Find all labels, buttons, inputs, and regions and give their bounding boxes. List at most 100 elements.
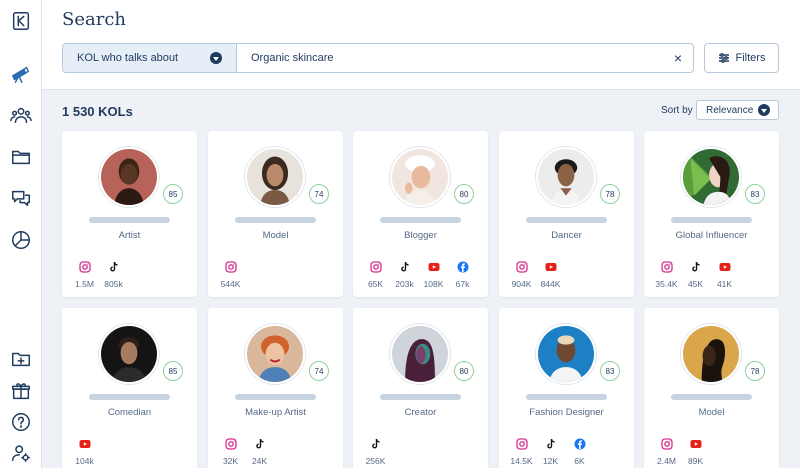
follower-count: 45K: [687, 279, 704, 289]
social-stats: 2.4M 89K: [654, 438, 708, 466]
user-settings-icon[interactable]: [9, 441, 33, 465]
social-stat: 45K: [683, 261, 708, 289]
folder-add-icon[interactable]: [9, 347, 33, 371]
chevron-down-icon: [210, 52, 222, 64]
score-badge: 78: [600, 184, 620, 204]
follower-count: 65K: [367, 279, 384, 289]
social-stat: 2.4M: [654, 438, 679, 466]
youtube-icon[interactable]: [428, 261, 440, 273]
youtube-icon[interactable]: [545, 261, 557, 273]
page-title: Search: [62, 9, 126, 30]
follower-count: 108K: [423, 279, 444, 289]
youtube-icon[interactable]: [719, 261, 731, 273]
gift-icon[interactable]: [9, 379, 33, 403]
kol-card[interactable]: 85 Comedian 104k: [62, 308, 197, 468]
name-placeholder: [235, 394, 316, 400]
tiktok-icon[interactable]: [108, 261, 120, 273]
social-stat: 844K: [538, 261, 563, 289]
close-icon[interactable]: ×: [663, 44, 693, 72]
avatar: [536, 147, 596, 207]
social-stat: 1.5M: [72, 261, 97, 289]
search-input[interactable]: [237, 44, 663, 72]
score-badge: 85: [163, 361, 183, 381]
score-badge: 74: [309, 361, 329, 381]
tiktok-icon[interactable]: [399, 261, 411, 273]
follower-count: 2.4M: [657, 456, 676, 466]
filters-button[interactable]: Filters: [704, 43, 779, 73]
instagram-icon[interactable]: [515, 261, 528, 273]
search-bar: KOL who talks about ×: [62, 43, 694, 73]
social-stat: 41K: [712, 261, 737, 289]
social-stats: 544K: [218, 261, 243, 289]
youtube-icon[interactable]: [690, 438, 702, 450]
avatar: [245, 147, 305, 207]
social-stat: 805k: [101, 261, 126, 289]
instagram-icon[interactable]: [660, 438, 673, 450]
social-stat: 904K: [509, 261, 534, 289]
kol-card[interactable]: 83 Fashion Designer 14.5K 12K 6K: [499, 308, 634, 468]
score-badge: 74: [309, 184, 329, 204]
follower-count: 104k: [75, 456, 94, 466]
kol-card[interactable]: 74 Make-up Artist 32K 24K: [208, 308, 343, 468]
follower-count: 12K: [542, 456, 559, 466]
instagram-icon[interactable]: [660, 261, 673, 273]
follower-count: 67k: [455, 279, 470, 289]
instagram-icon[interactable]: [78, 261, 91, 273]
instagram-icon[interactable]: [224, 438, 237, 450]
score-badge: 85: [163, 184, 183, 204]
tiktok-icon[interactable]: [254, 438, 266, 450]
follower-count: 1.5M: [75, 279, 94, 289]
folder-icon[interactable]: [9, 145, 33, 169]
facebook-icon[interactable]: [457, 261, 469, 273]
youtube-icon[interactable]: [79, 438, 91, 450]
tiktok-icon[interactable]: [690, 261, 702, 273]
pie-chart-icon[interactable]: [9, 228, 33, 252]
avatar: [681, 147, 741, 207]
sort-value: Relevance: [706, 104, 754, 116]
chevron-down-icon: [758, 104, 770, 116]
social-stat: 24K: [247, 438, 272, 466]
sidebar: [0, 0, 42, 468]
telescope-icon[interactable]: [9, 62, 33, 86]
search-type-select[interactable]: KOL who talks about: [63, 44, 237, 72]
avatar: [99, 147, 159, 207]
instagram-icon[interactable]: [224, 261, 237, 273]
kol-card[interactable]: 80 Blogger 65K 203k 108K 67k: [353, 131, 488, 297]
social-stat: 14.5K: [509, 438, 534, 466]
instagram-icon[interactable]: [515, 438, 528, 450]
users-icon[interactable]: [9, 103, 33, 127]
score-badge: 83: [600, 361, 620, 381]
tiktok-icon[interactable]: [545, 438, 557, 450]
follower-count: 6K: [574, 456, 585, 466]
kol-card[interactable]: 78 Model 2.4M 89K: [644, 308, 779, 468]
kol-role: Dancer: [551, 230, 582, 241]
social-stat: 89K: [683, 438, 708, 466]
kol-card[interactable]: 85 Artist 1.5M 805k: [62, 131, 197, 297]
filters-label: Filters: [735, 52, 766, 64]
kol-card[interactable]: 78 Dancer 904K 844K: [499, 131, 634, 297]
kol-role: Blogger: [404, 230, 437, 241]
kol-card[interactable]: 80 Creator 256K: [353, 308, 488, 468]
logo-icon[interactable]: [9, 9, 33, 33]
sort-select[interactable]: Relevance: [696, 100, 779, 120]
help-icon[interactable]: [9, 410, 33, 434]
follower-count: 41K: [716, 279, 733, 289]
kol-role: Creator: [404, 407, 437, 418]
sliders-icon: [718, 53, 729, 63]
tiktok-icon[interactable]: [370, 438, 382, 450]
name-placeholder: [89, 217, 170, 223]
instagram-icon[interactable]: [369, 261, 382, 273]
chat-icon[interactable]: [9, 186, 33, 210]
social-stat: 6K: [567, 438, 592, 466]
social-stat: 12K: [538, 438, 563, 466]
facebook-icon[interactable]: [574, 438, 586, 450]
name-placeholder: [89, 394, 170, 400]
name-placeholder: [380, 394, 461, 400]
name-placeholder: [526, 217, 607, 223]
social-stat: 108K: [421, 261, 446, 289]
kol-card[interactable]: 83 Global Influencer 35.4K 45K 41K: [644, 131, 779, 297]
name-placeholder: [671, 217, 752, 223]
avatar: [536, 324, 596, 384]
kol-card[interactable]: 74 Model 544K: [208, 131, 343, 297]
name-placeholder: [235, 217, 316, 223]
